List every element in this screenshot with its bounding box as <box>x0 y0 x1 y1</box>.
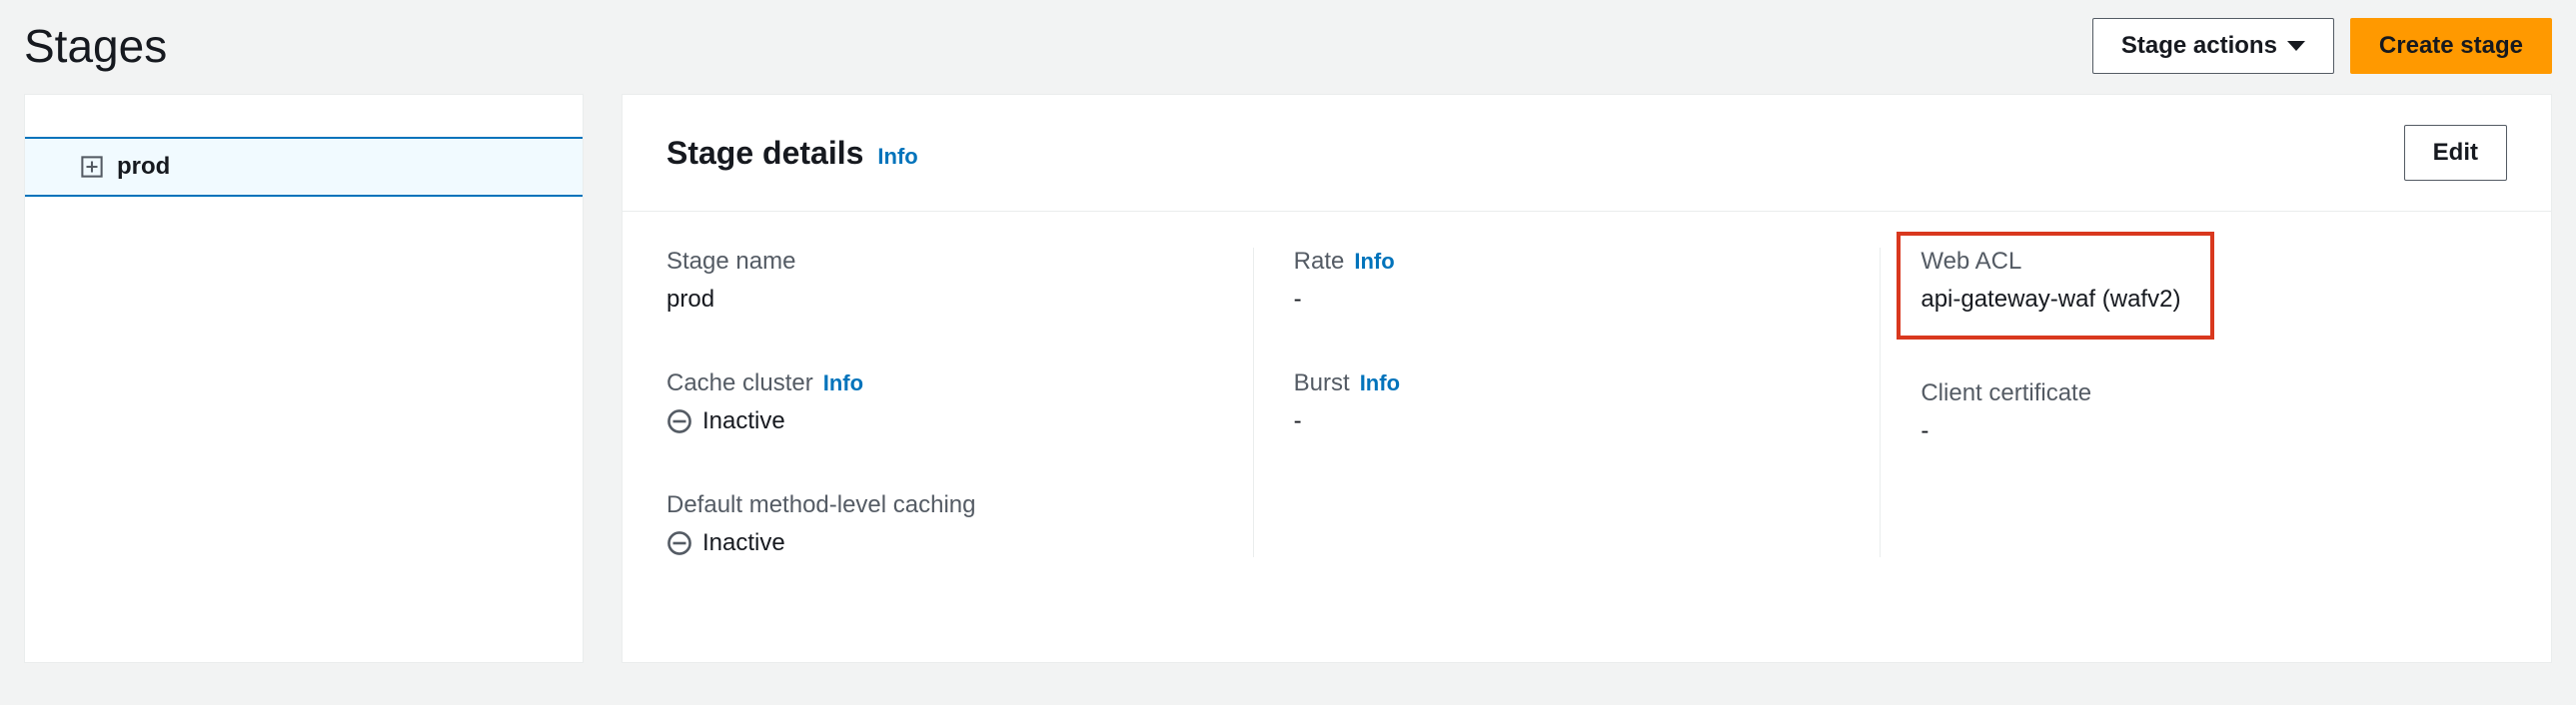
field-burst: Burst Info - <box>1294 369 1841 435</box>
info-link[interactable]: Info <box>1360 370 1400 396</box>
field-client-cert: Client certificate - <box>1921 379 2467 445</box>
field-label: Client certificate <box>1921 379 2467 407</box>
field-default-caching: Default method-level caching Inactive <box>666 491 1213 557</box>
info-link[interactable]: Info <box>877 144 917 170</box>
inactive-icon <box>666 408 692 434</box>
caret-down-icon <box>2287 41 2305 51</box>
stages-tree: prod <box>24 94 584 663</box>
field-label: Default method-level caching <box>666 491 1213 519</box>
field-label: Rate Info <box>1294 248 1841 276</box>
field-label: Cache cluster Info <box>666 369 1213 397</box>
field-stage-name: Stage name prod <box>666 248 1213 314</box>
details-col-3: Web ACL api-gateway-waf (wafv2) Client c… <box>1881 248 2507 557</box>
field-value: - <box>1294 407 1841 435</box>
panel-title: Stage details <box>666 135 863 172</box>
panel-body: Stage name prod Cache cluster Info I <box>623 212 2551 593</box>
field-value: Inactive <box>666 407 1213 435</box>
plus-box-icon <box>81 156 103 178</box>
field-label: Web ACL <box>1921 248 2180 276</box>
main-content: prod Stage details Info Edit Stage name … <box>0 94 2576 663</box>
field-cache-cluster: Cache cluster Info Inactive <box>666 369 1213 435</box>
info-link[interactable]: Info <box>823 370 863 396</box>
field-value: - <box>1294 286 1841 314</box>
field-value: Inactive <box>666 529 1213 557</box>
page-title: Stages <box>24 19 167 73</box>
field-value: - <box>1921 417 2467 445</box>
inactive-icon <box>666 530 692 556</box>
tree-item-label: prod <box>117 153 170 181</box>
stage-details-panel: Stage details Info Edit Stage name prod … <box>622 94 2552 663</box>
header-actions: Stage actions Create stage <box>2092 18 2552 74</box>
field-value: api-gateway-waf (wafv2) <box>1921 286 2180 314</box>
stage-actions-button[interactable]: Stage actions <box>2092 18 2334 74</box>
field-value: prod <box>666 286 1213 314</box>
field-label: Burst Info <box>1294 369 1841 397</box>
page-header: Stages Stage actions Create stage <box>0 0 2576 94</box>
edit-button[interactable]: Edit <box>2404 125 2507 181</box>
field-rate: Rate Info - <box>1294 248 1841 314</box>
field-web-acl-wrap: Web ACL api-gateway-waf (wafv2) <box>1921 248 2467 324</box>
panel-title-wrap: Stage details Info <box>666 135 918 172</box>
details-col-1: Stage name prod Cache cluster Info I <box>666 248 1254 557</box>
tree-item-prod[interactable]: prod <box>25 137 583 197</box>
details-col-2: Rate Info - Burst Info - <box>1254 248 1882 557</box>
stage-actions-label: Stage actions <box>2121 32 2277 60</box>
info-link[interactable]: Info <box>1354 249 1394 275</box>
field-label: Stage name <box>666 248 1213 276</box>
highlight-box: Web ACL api-gateway-waf (wafv2) <box>1897 232 2214 340</box>
panel-header: Stage details Info Edit <box>623 95 2551 212</box>
create-stage-button[interactable]: Create stage <box>2350 18 2552 74</box>
